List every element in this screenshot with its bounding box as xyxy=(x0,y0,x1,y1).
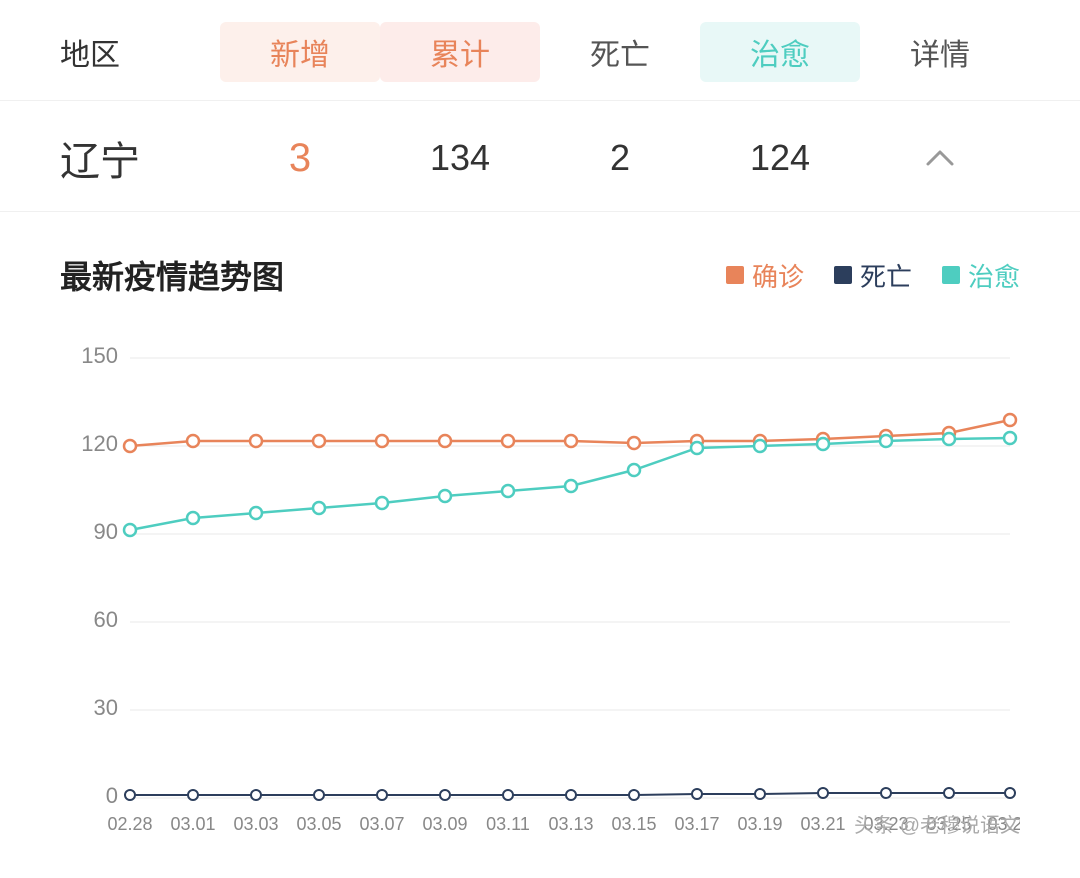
svg-text:30: 30 xyxy=(94,695,118,720)
chart-legend: 确诊 死亡 治愈 xyxy=(726,257,1020,294)
header-region: 地区 xyxy=(60,30,220,74)
svg-text:60: 60 xyxy=(94,607,118,632)
svg-text:03.19: 03.19 xyxy=(737,814,782,834)
svg-text:03.17: 03.17 xyxy=(674,814,719,834)
svg-text:03.13: 03.13 xyxy=(548,814,593,834)
xinzeng-value: 3 xyxy=(220,136,380,181)
region-name: 辽宁 xyxy=(60,129,220,187)
legend-confirmed: 确诊 xyxy=(726,257,804,294)
svg-text:03.07: 03.07 xyxy=(359,814,404,834)
svg-text:03.01: 03.01 xyxy=(170,814,215,834)
svg-text:03.15: 03.15 xyxy=(611,814,656,834)
confirmed-dot xyxy=(726,266,744,284)
death-label: 死亡 xyxy=(860,257,912,294)
header-xiangqing: 详情 xyxy=(860,30,1020,74)
siwang-value: 2 xyxy=(540,137,700,179)
header-siwang: 死亡 xyxy=(540,30,700,74)
header-leiji: 累计 xyxy=(380,22,540,82)
legend-recovery: 治愈 xyxy=(942,257,1020,294)
data-row-liaoning[interactable]: 辽宁 3 134 2 124 xyxy=(0,101,1080,212)
svg-text:03.03: 03.03 xyxy=(233,814,278,834)
header-xinzeng: 新增 xyxy=(220,22,380,82)
svg-text:03.09: 03.09 xyxy=(422,814,467,834)
recovery-dot xyxy=(942,266,960,284)
recovery-label: 治愈 xyxy=(968,257,1020,294)
svg-text:90: 90 xyxy=(94,519,118,544)
svg-text:120: 120 xyxy=(81,431,118,456)
svg-text:0: 0 xyxy=(106,783,118,808)
svg-text:03.21: 03.21 xyxy=(800,814,845,834)
table-header: 地区 新增 累计 死亡 治愈 详情 xyxy=(0,0,1080,101)
main-container: 地区 新增 累计 死亡 治愈 详情 辽宁 3 134 2 124 最新疫情趋势图… xyxy=(0,0,1080,878)
legend-death: 死亡 xyxy=(834,257,912,294)
chart-section: 最新疫情趋势图 确诊 死亡 治愈 xyxy=(0,212,1080,878)
chart-title: 最新疫情趋势图 xyxy=(60,252,284,298)
chart-area: 0 30 60 90 120 150 02.28 03.01 03.03 03.… xyxy=(60,328,1020,848)
watermark: 头条 @老穆说语文 xyxy=(854,809,1020,838)
header-zhiyu: 治愈 xyxy=(700,22,860,82)
svg-text:150: 150 xyxy=(81,343,118,368)
svg-text:02.28: 02.28 xyxy=(107,814,152,834)
chart-header: 最新疫情趋势图 确诊 死亡 治愈 xyxy=(60,252,1020,298)
confirmed-label: 确诊 xyxy=(752,257,804,294)
svg-text:03.11: 03.11 xyxy=(486,814,530,834)
line-chart-svg: 0 30 60 90 120 150 02.28 03.01 03.03 03.… xyxy=(60,328,1020,848)
death-dot xyxy=(834,266,852,284)
zhiyu-value: 124 xyxy=(700,137,860,179)
expand-icon[interactable] xyxy=(860,148,1020,168)
svg-text:03.05: 03.05 xyxy=(296,814,341,834)
leiji-value: 134 xyxy=(380,137,540,179)
